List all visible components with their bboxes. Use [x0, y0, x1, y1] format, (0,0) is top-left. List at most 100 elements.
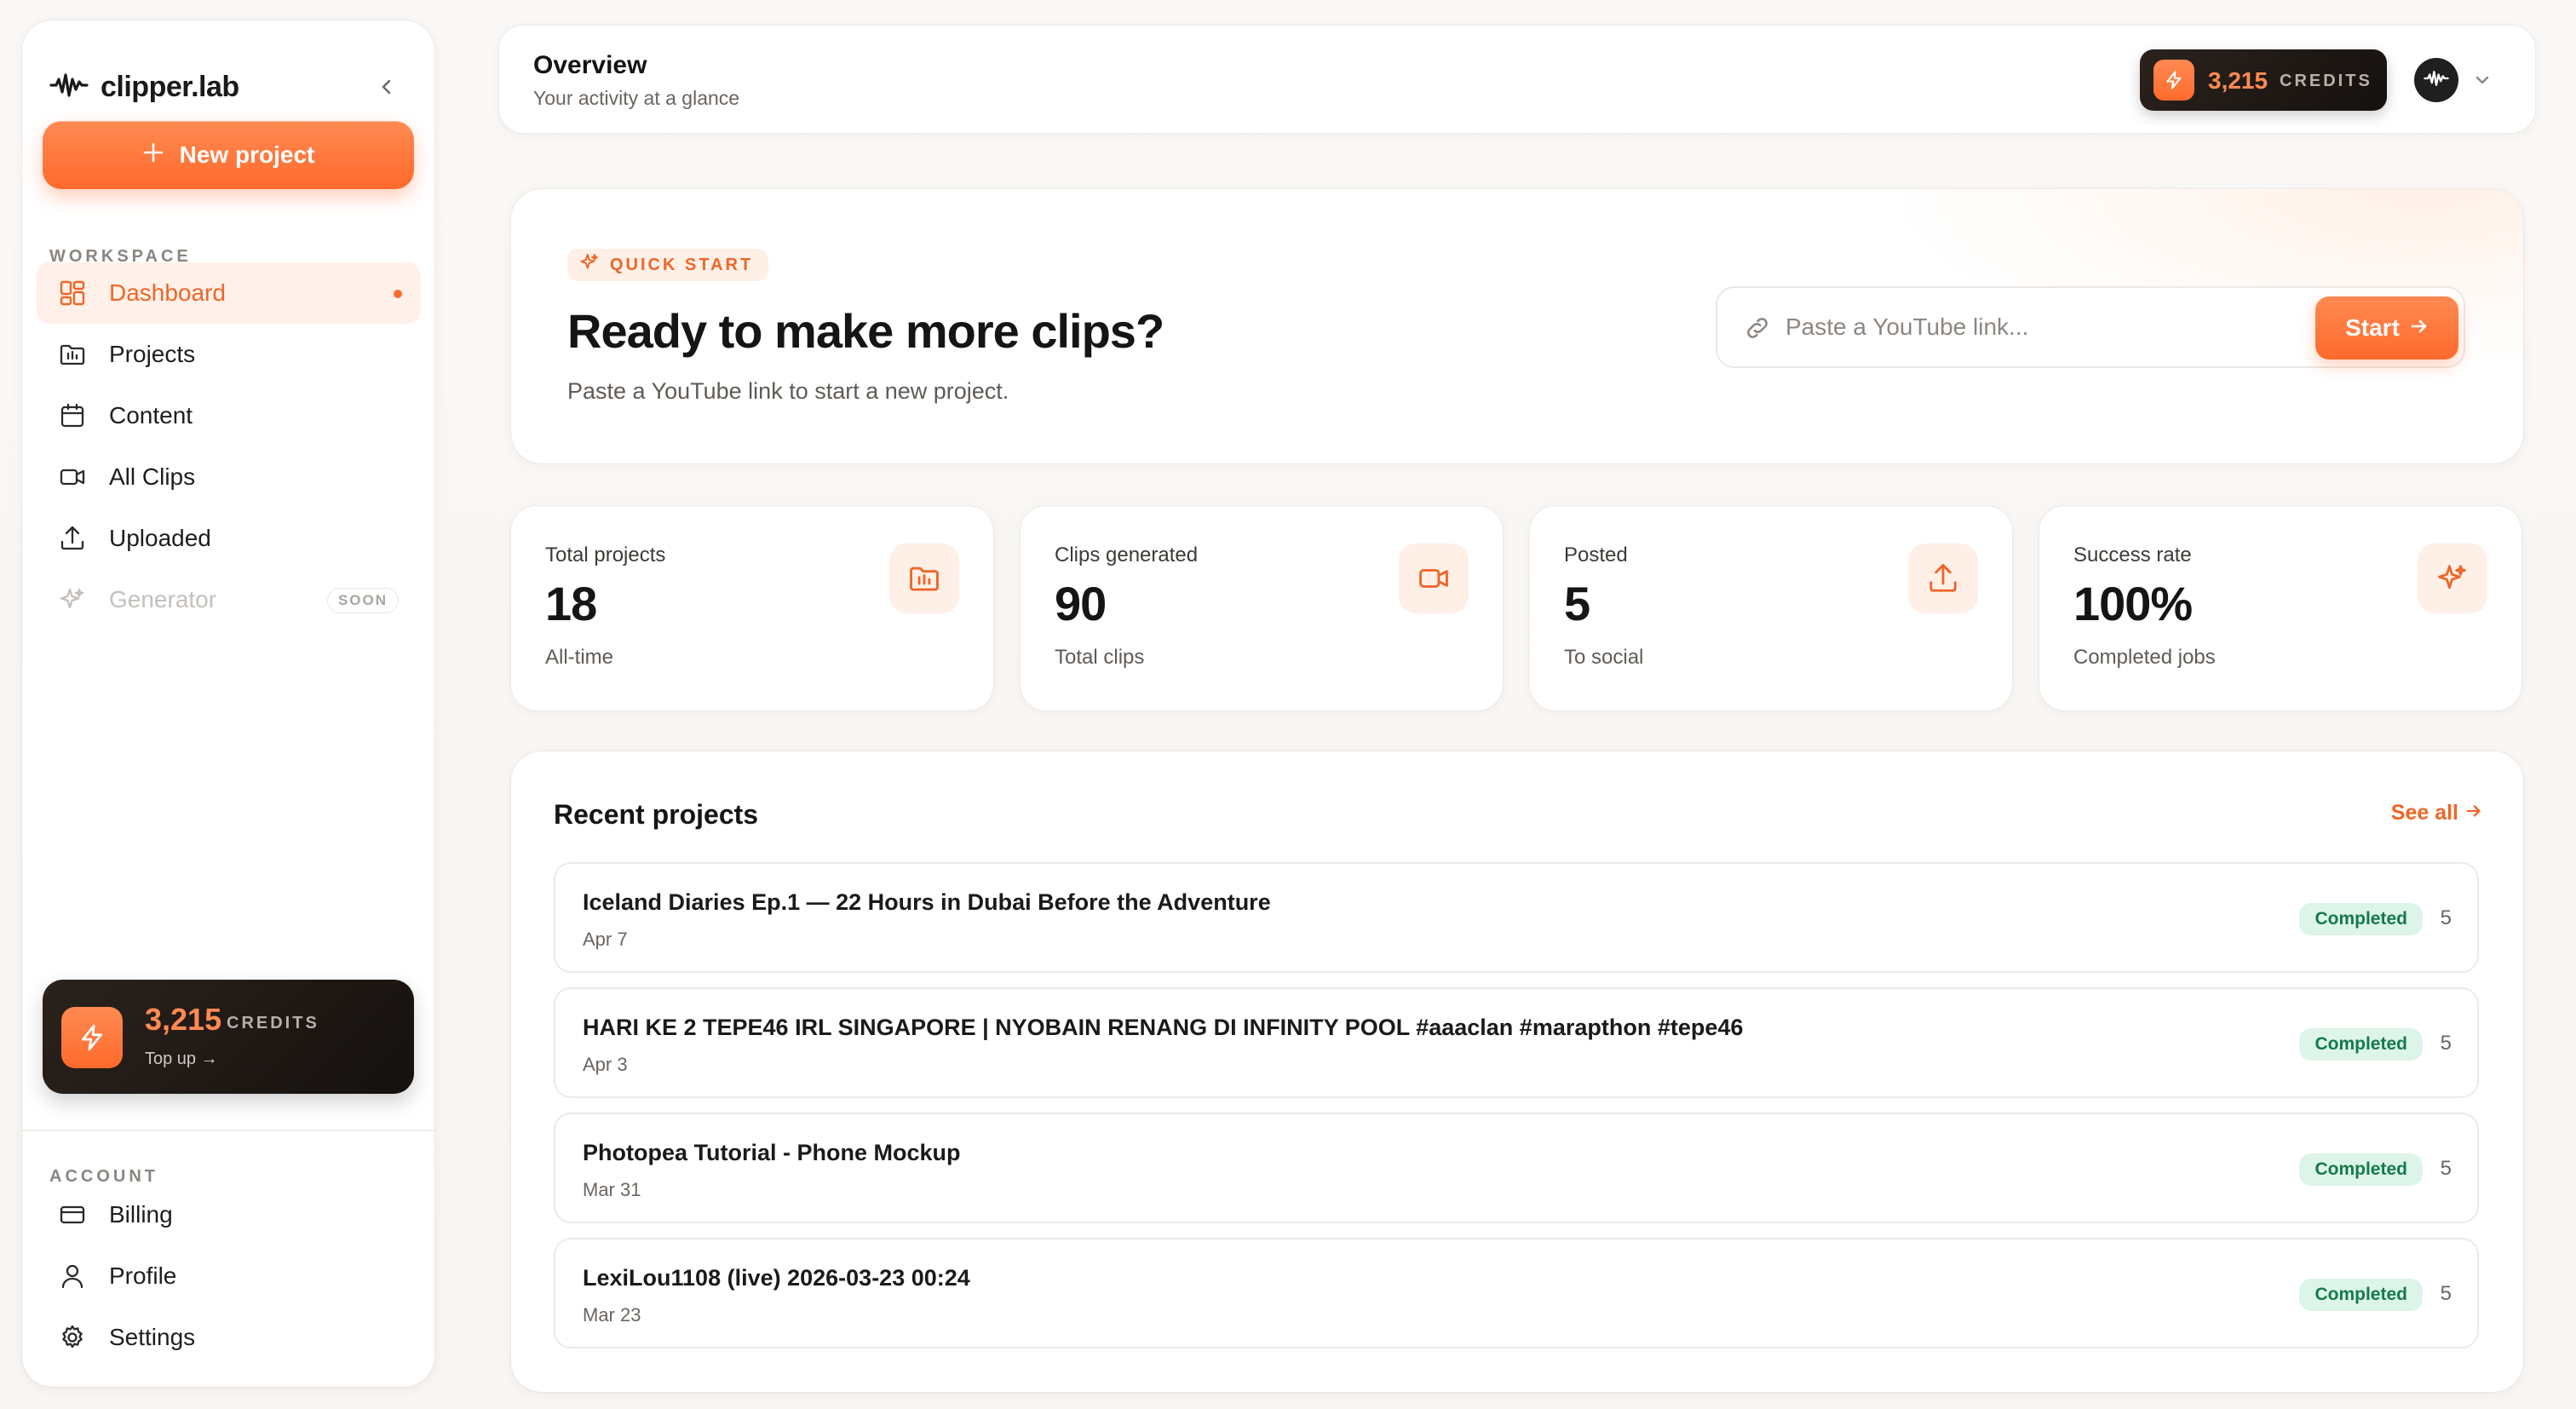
- sidebar-divider: [22, 1130, 434, 1131]
- project-date: Apr 3: [583, 1054, 628, 1075]
- project-row[interactable]: Photopea Tutorial - Phone Mockup Mar 31 …: [554, 1113, 2479, 1223]
- upload-icon: [1908, 543, 1978, 613]
- page-subtitle: Your activity at a glance: [533, 87, 740, 109]
- quick-start-title: Ready to make more clips?: [567, 304, 1164, 358]
- sidebar-item-billing[interactable]: Billing: [36, 1184, 421, 1245]
- active-indicator-dot: [394, 290, 402, 298]
- header-credits-pill[interactable]: 3,215 CREDITS: [2140, 49, 2387, 111]
- stat-label: Posted: [1564, 543, 1628, 566]
- youtube-link-input[interactable]: [1785, 305, 2314, 349]
- clip-count: 5: [2440, 1157, 2452, 1180]
- user-icon: [58, 1262, 87, 1291]
- start-button-label: Start: [2345, 314, 2400, 341]
- chevron-down-icon[interactable]: [2470, 68, 2494, 92]
- link-icon: [1743, 313, 1774, 344]
- top-header: Overview Your activity at a glance 3,215…: [499, 26, 2535, 133]
- project-name: Photopea Tutorial - Phone Mockup: [583, 1140, 961, 1165]
- sidebar-item-all-clips[interactable]: All Clips: [36, 446, 421, 508]
- collapse-sidebar-button[interactable]: [373, 75, 400, 102]
- status-badge: Completed: [2299, 1153, 2423, 1186]
- sidebar-item-label: Uploaded: [109, 525, 211, 551]
- sidebar-item-settings[interactable]: Settings: [36, 1307, 421, 1368]
- lightning-bolt-icon: [2153, 60, 2194, 101]
- sidebar-credits-card[interactable]: 3,215 CREDITS Top up →: [43, 980, 414, 1094]
- quick-start-subtitle: Paste a YouTube link to start a new proj…: [567, 378, 1009, 404]
- folder-icon: [889, 543, 959, 613]
- stat-value: 18: [545, 577, 597, 630]
- status-badge: Completed: [2299, 1028, 2423, 1061]
- recent-projects-title: Recent projects: [554, 799, 759, 830]
- recent-projects-card: Recent projects See all Iceland Diaries …: [511, 751, 2523, 1392]
- project-name: Iceland Diaries Ep.1 — 22 Hours in Dubai…: [583, 889, 1271, 915]
- stat-card-posted: Posted 5 To social: [1530, 506, 2012, 710]
- page-title: Overview: [533, 51, 647, 79]
- waveform-avatar-icon: [2424, 69, 2449, 92]
- project-row[interactable]: HARI KE 2 TEPE46 IRL SINGAPORE | NYOBAIN…: [554, 987, 2479, 1098]
- sidebar-item-label: All Clips: [109, 463, 196, 490]
- stat-footnote: To social: [1564, 646, 1644, 669]
- credits-unit: CREDITS: [227, 1014, 319, 1032]
- sidebar-item-label: Projects: [109, 341, 196, 367]
- sidebar-item-dashboard[interactable]: Dashboard: [36, 262, 421, 324]
- sidebar-item-label: Billing: [109, 1201, 173, 1228]
- plus-icon: [142, 141, 164, 170]
- account-nav: Billing Profile Settings: [36, 1184, 421, 1368]
- start-button[interactable]: Start: [2315, 296, 2458, 359]
- sidebar-item-label: Profile: [109, 1262, 177, 1289]
- lightning-bolt-icon: [61, 1007, 123, 1068]
- project-name: HARI KE 2 TEPE46 IRL SINGAPORE | NYOBAIN…: [583, 1015, 1744, 1040]
- arrow-right-icon: [2465, 801, 2482, 825]
- stat-label: Clips generated: [1055, 543, 1199, 566]
- sidebar-item-label: Settings: [109, 1324, 196, 1350]
- video-icon: [1399, 543, 1469, 613]
- soon-badge: SOON: [326, 588, 399, 613]
- status-badge: Completed: [2299, 903, 2423, 935]
- stat-value: 5: [1564, 577, 1590, 630]
- stat-label: Success rate: [2073, 543, 2192, 566]
- sidebar: clipper.lab New project WORKSPACE Dashbo…: [22, 20, 434, 1387]
- project-row[interactable]: LexiLou1108 (live) 2026-03-23 00:24 Mar …: [554, 1238, 2479, 1349]
- sparkle-icon: [58, 585, 87, 614]
- app-root: clipper.lab New project WORKSPACE Dashbo…: [0, 0, 2576, 1409]
- see-all-link[interactable]: See all: [2391, 801, 2482, 825]
- folder-icon: [58, 340, 87, 369]
- brand-name: clipper.lab: [101, 70, 239, 103]
- project-row[interactable]: Iceland Diaries Ep.1 — 22 Hours in Dubai…: [554, 862, 2479, 973]
- clip-count: 5: [2440, 1282, 2452, 1305]
- new-project-label: New project: [179, 141, 315, 168]
- sidebar-item-content[interactable]: Content: [36, 385, 421, 446]
- project-date: Apr 7: [583, 929, 628, 950]
- project-date: Mar 23: [583, 1304, 641, 1326]
- credit-card-icon: [58, 1200, 87, 1229]
- brand[interactable]: clipper.lab: [49, 65, 239, 109]
- sidebar-item-uploaded[interactable]: Uploaded: [36, 508, 421, 569]
- chevron-left-icon: [377, 78, 396, 101]
- stat-value: 90: [1055, 577, 1107, 630]
- quick-start-card: QUICK START Ready to make more clips? Pa…: [511, 189, 2523, 463]
- video-icon: [58, 463, 87, 492]
- new-project-button[interactable]: New project: [43, 121, 414, 189]
- stat-card-success-rate: Success rate 100% Completed jobs: [2039, 506, 2521, 710]
- top-up-link[interactable]: Top up →: [145, 1050, 218, 1069]
- stat-value: 100%: [2073, 577, 2193, 630]
- sidebar-item-label: Generator: [109, 586, 217, 612]
- sidebar-item-projects[interactable]: Projects: [36, 324, 421, 385]
- avatar[interactable]: [2414, 58, 2458, 102]
- see-all-label: See all: [2390, 801, 2458, 825]
- stat-footnote: All-time: [545, 646, 614, 669]
- dashboard-icon: [58, 279, 87, 308]
- stat-footnote: Total clips: [1055, 646, 1145, 669]
- project-name: LexiLou1108 (live) 2026-03-23 00:24: [583, 1265, 970, 1291]
- sparkle-icon: [579, 252, 600, 278]
- credits-amount: 3,215: [2208, 67, 2268, 94]
- credits-amount: 3,215: [145, 1002, 222, 1037]
- sidebar-item-label: Dashboard: [109, 279, 226, 306]
- clip-count: 5: [2440, 1032, 2452, 1055]
- recent-projects-list: Iceland Diaries Ep.1 — 22 Hours in Dubai…: [554, 862, 2479, 1363]
- clip-count: 5: [2440, 906, 2452, 929]
- waveform-logo-icon: [49, 71, 89, 104]
- sidebar-item-generator: Generator SOON: [36, 569, 421, 630]
- stat-footnote: Completed jobs: [2073, 646, 2216, 669]
- stat-card-total-projects: Total projects 18 All-time: [511, 506, 993, 710]
- sidebar-item-profile[interactable]: Profile: [36, 1245, 421, 1307]
